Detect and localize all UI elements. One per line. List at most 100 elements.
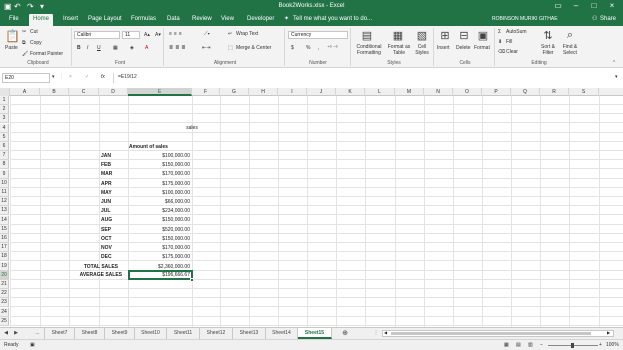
conditional-formatting-icon[interactable]: ▤ bbox=[360, 29, 374, 42]
column-header[interactable]: K bbox=[336, 88, 365, 96]
fill-handle[interactable] bbox=[190, 278, 194, 282]
cell-month-value[interactable]: $234,000.00 bbox=[128, 207, 190, 215]
cell-month-label[interactable]: JUL bbox=[101, 207, 127, 215]
tab-file[interactable]: File bbox=[9, 16, 19, 23]
sheet-tab[interactable]: Sheet8 bbox=[75, 328, 105, 339]
row-header[interactable]: 23 bbox=[0, 298, 9, 307]
copy-button[interactable]: Copy bbox=[30, 40, 42, 46]
cell-total-label[interactable]: TOTAL SALES bbox=[70, 263, 118, 271]
row-header[interactable]: 16 bbox=[0, 234, 9, 243]
scroll-right-icon[interactable]: ▶ bbox=[607, 330, 610, 335]
zoom-slider-thumb[interactable] bbox=[571, 343, 574, 348]
cell-styles-button[interactable]: Cell Styles bbox=[412, 44, 432, 56]
cell-month-label[interactable]: MAY bbox=[101, 189, 127, 197]
sheet-tab[interactable]: Sheet10 bbox=[135, 328, 167, 339]
row-header[interactable]: 2 bbox=[0, 105, 9, 114]
font-size-select[interactable]: 11 bbox=[122, 31, 140, 39]
row-header[interactable]: 20 bbox=[0, 271, 9, 280]
cell-month-label[interactable]: OCT bbox=[101, 235, 127, 243]
tab-review[interactable]: Review bbox=[192, 16, 212, 23]
underline-button[interactable]: U bbox=[97, 45, 101, 51]
column-header[interactable]: Q bbox=[511, 88, 540, 96]
orientation-icon[interactable]: ⟋▾ bbox=[204, 31, 210, 37]
wrap-text-icon[interactable]: ↵ bbox=[228, 31, 232, 37]
column-header[interactable]: J bbox=[307, 88, 336, 96]
cell-month-label[interactable]: SEP bbox=[101, 226, 127, 234]
zoom-slider[interactable] bbox=[548, 343, 598, 348]
cell-amount-header[interactable]: Amount of sales bbox=[129, 143, 191, 151]
format-painter-button[interactable]: Format Painter bbox=[30, 51, 63, 57]
cut-button[interactable]: Cut bbox=[30, 29, 38, 35]
enter-entry-button[interactable]: ✓ bbox=[85, 74, 89, 80]
sheet-tab[interactable]: Sheet13 bbox=[233, 328, 266, 339]
sheet-tab[interactable]: Sheet14 bbox=[266, 328, 298, 339]
row-header[interactable]: 14 bbox=[0, 216, 9, 225]
fill-button[interactable]: Fill bbox=[506, 39, 512, 45]
percent-button[interactable]: % bbox=[306, 45, 310, 51]
tab-formulas[interactable]: Formulas bbox=[131, 16, 156, 23]
column-header-selected[interactable]: E bbox=[128, 88, 192, 96]
sort-filter-button[interactable]: Sort & Filter bbox=[538, 44, 558, 56]
row-header[interactable]: 6 bbox=[0, 142, 9, 151]
decimal-icons[interactable]: ⁺⁰ ⁻⁰ bbox=[327, 45, 338, 51]
column-header[interactable]: R bbox=[540, 88, 569, 96]
column-header[interactable]: P bbox=[482, 88, 511, 96]
copy-icon[interactable]: ⧉ bbox=[22, 40, 26, 46]
column-header[interactable]: C bbox=[69, 88, 99, 96]
format-painter-icon[interactable]: 🖌 bbox=[22, 51, 28, 57]
cell-month-label[interactable]: JAN bbox=[101, 152, 127, 160]
new-sheet-button[interactable]: ⊕ bbox=[336, 328, 354, 339]
wrap-text-button[interactable]: Wrap Text bbox=[236, 31, 258, 37]
tab-developer[interactable]: Developer bbox=[247, 16, 274, 23]
sheet-tab-splitter-icon[interactable]: ⋮ bbox=[372, 328, 380, 339]
comma-button[interactable]: , bbox=[318, 45, 319, 51]
zoom-level[interactable]: 100% bbox=[606, 342, 619, 348]
format-as-table-button[interactable]: Format as Table bbox=[385, 44, 413, 56]
cell-month-label[interactable]: MAR bbox=[101, 170, 127, 178]
row-header[interactable]: 4 bbox=[0, 124, 9, 133]
row-header[interactable]: 7 bbox=[0, 151, 9, 160]
tab-home[interactable]: Home bbox=[29, 14, 54, 26]
cell-month-value[interactable]: $175,000.00 bbox=[128, 180, 190, 188]
row-header[interactable]: 8 bbox=[0, 160, 9, 169]
cell-heading[interactable]: sales bbox=[172, 124, 212, 132]
vertical-align-icons[interactable]: ≡≡≡ bbox=[169, 31, 184, 37]
cell-month-label[interactable]: AUG bbox=[101, 216, 127, 224]
cell-month-label[interactable]: JUN bbox=[101, 198, 127, 206]
column-header[interactable]: S bbox=[569, 88, 599, 96]
column-header[interactable]: N bbox=[424, 88, 453, 96]
currency-button[interactable]: $ bbox=[291, 45, 294, 51]
cell-month-value[interactable]: $150,000.00 bbox=[128, 161, 190, 169]
tell-me-box[interactable]: Tell me what you want to do... bbox=[293, 16, 372, 23]
horizontal-scrollbar[interactable]: ◀ ▶ bbox=[382, 330, 614, 337]
find-select-button[interactable]: Find & Select bbox=[559, 44, 581, 56]
normal-view-icon[interactable]: ▦ bbox=[504, 342, 509, 348]
page-layout-view-icon[interactable]: ▤ bbox=[516, 342, 521, 348]
scrollbar-thumb[interactable] bbox=[391, 332, 591, 335]
bold-button[interactable]: B bbox=[77, 45, 81, 51]
next-sheet-icon[interactable]: ▶ bbox=[12, 328, 20, 339]
cut-icon[interactable]: ✂ bbox=[22, 29, 26, 35]
delete-cells-icon[interactable]: ⊟ bbox=[457, 29, 471, 42]
minimize-button[interactable]: – bbox=[569, 1, 583, 11]
row-header[interactable]: 19 bbox=[0, 262, 9, 271]
column-header[interactable]: H bbox=[249, 88, 278, 96]
row-header[interactable]: 21 bbox=[0, 280, 9, 289]
row-header[interactable]: 10 bbox=[0, 179, 9, 188]
cell-month-value[interactable]: $175,000.00 bbox=[128, 253, 190, 261]
sheet-tab[interactable]: Sheet9 bbox=[105, 328, 135, 339]
prev-sheet-icon[interactable]: ◀ bbox=[2, 328, 10, 339]
sheet-tab[interactable]: Sheet12 bbox=[200, 328, 233, 339]
tab-view[interactable]: View bbox=[221, 16, 234, 23]
row-header[interactable]: 9 bbox=[0, 170, 9, 179]
formula-input[interactable]: =E19/12 bbox=[118, 74, 137, 80]
horizontal-align-icons[interactable]: ≣≣≣ bbox=[169, 45, 188, 51]
column-header[interactable]: A bbox=[10, 88, 40, 96]
cell-grid[interactable]: 1 2 3 4 5 6 7 8 9 10 11 12 13 14 15 16 17 18 19 20 21 22 23 24 2… bbox=[0, 96, 623, 327]
borders-icon[interactable]: ▦ bbox=[113, 45, 118, 51]
font-color-icon[interactable]: A bbox=[145, 45, 148, 51]
share-button[interactable]: Share bbox=[600, 16, 616, 23]
tab-data[interactable]: Data bbox=[167, 16, 180, 23]
row-header[interactable]: 15 bbox=[0, 225, 9, 234]
row-header[interactable]: 5 bbox=[0, 133, 9, 142]
